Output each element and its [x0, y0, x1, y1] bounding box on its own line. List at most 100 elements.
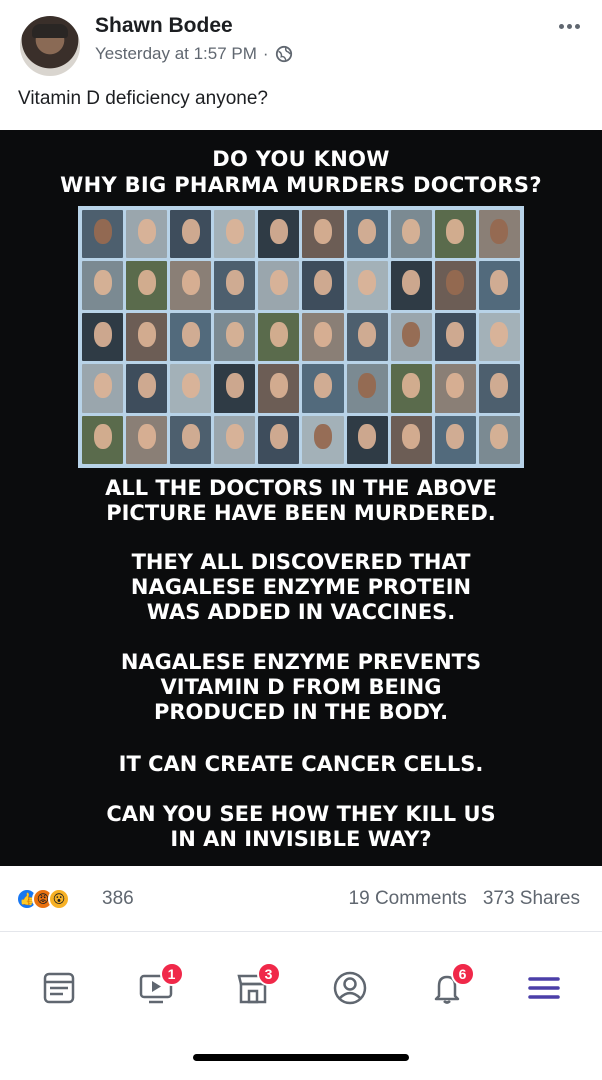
bottom-tab-bar: 1 3 6	[0, 948, 602, 1028]
profile-icon	[333, 971, 366, 1005]
newsfeed-icon	[43, 972, 74, 1004]
doctor-photo	[126, 210, 168, 259]
doctor-photo	[126, 415, 168, 464]
meme-text-block-3: NAGALESE ENZYME PREVENTS VITAMIN D FROM …	[0, 650, 602, 725]
doctor-photo	[170, 415, 212, 464]
meme-text-line: IT CAN CREATE CANCER CELLS.	[118, 752, 484, 776]
hamburger-menu-icon	[527, 977, 560, 999]
post-meta: Yesterday at 1:57 PM ·	[95, 44, 293, 64]
meme-text-line: PICTURE HAVE BEEN MURDERED.	[106, 501, 496, 525]
doctor-photo	[302, 312, 344, 362]
doctor-photo	[346, 364, 388, 413]
doctor-photo	[346, 210, 388, 259]
doctor-photo	[302, 364, 344, 413]
notifications-tab[interactable]: 6	[417, 958, 477, 1018]
doctor-photo-grid	[78, 206, 524, 468]
doctor-photo	[214, 210, 256, 259]
profile-tab[interactable]	[320, 958, 380, 1018]
doctor-photo	[126, 364, 168, 413]
doctor-photo	[82, 415, 124, 464]
meme-text-line: VITAMIN D FROM BEING	[160, 675, 442, 699]
doctor-photo	[214, 364, 256, 413]
meme-text-block-4: IT CAN CREATE CANCER CELLS.	[0, 752, 602, 777]
doctor-photo	[126, 261, 168, 310]
doctor-photo	[390, 415, 432, 464]
doctor-photo	[302, 415, 344, 464]
doctor-photo	[478, 364, 520, 413]
post-timestamp[interactable]: Yesterday at 1:57 PM	[95, 44, 257, 64]
meme-text-line: CAN YOU SEE HOW THEY KILL US	[106, 802, 496, 826]
doctor-photo	[82, 364, 124, 413]
doctor-photo	[126, 312, 168, 362]
doctor-photo	[170, 210, 212, 259]
meta-separator: ·	[262, 44, 269, 63]
doctor-photo	[434, 364, 476, 413]
author-name[interactable]: Shawn Bodee	[95, 14, 233, 38]
doctor-photo	[434, 210, 476, 259]
meme-headline: DO YOU KNOW WHY BIG PHARMA MURDERS DOCTO…	[0, 146, 602, 198]
doctor-photo	[390, 261, 432, 310]
wow-icon: 😮	[48, 888, 70, 910]
doctor-photo	[302, 210, 344, 259]
doctor-photo	[478, 261, 520, 310]
notifications-badge: 6	[450, 962, 475, 986]
doctor-photo	[478, 415, 520, 464]
doctor-photo	[170, 261, 212, 310]
doctor-photo	[346, 415, 388, 464]
doctor-photo	[258, 210, 300, 259]
news-feed-tab[interactable]	[29, 958, 89, 1018]
doctor-photo	[390, 312, 432, 362]
doctor-photo	[82, 312, 124, 362]
marketplace-tab[interactable]: 3	[223, 958, 283, 1018]
comments-count[interactable]: 19 Comments	[349, 888, 467, 910]
reaction-count[interactable]: 386	[102, 888, 134, 910]
doctor-photo	[214, 261, 256, 310]
shares-count[interactable]: 373 Shares	[483, 888, 580, 910]
doctor-photo	[302, 261, 344, 310]
post-caption: Vitamin D deficiency anyone?	[18, 88, 268, 109]
marketplace-badge: 3	[256, 962, 281, 986]
meme-text-line: THEY ALL DISCOVERED THAT	[131, 550, 471, 574]
watch-badge: 1	[159, 962, 184, 986]
meme-text-line: NAGALESE ENZYME PREVENTS	[120, 650, 482, 674]
doctor-photo	[214, 312, 256, 362]
author-avatar[interactable]	[20, 16, 80, 76]
engagement-bar: 👍 😡 😮 386 19 Comments 373 Shares	[0, 866, 602, 932]
meme-text-line: ALL THE DOCTORS IN THE ABOVE	[105, 476, 497, 500]
meme-headline-line-2: WHY BIG PHARMA MURDERS DOCTORS?	[60, 173, 542, 197]
doctor-photo	[434, 415, 476, 464]
doctor-photo	[170, 312, 212, 362]
post-image[interactable]: DO YOU KNOW WHY BIG PHARMA MURDERS DOCTO…	[0, 130, 602, 866]
meme-text-line: PRODUCED IN THE BODY.	[153, 700, 449, 724]
home-indicator[interactable]	[193, 1054, 409, 1061]
doctor-photo	[82, 210, 124, 259]
menu-tab[interactable]	[514, 958, 574, 1018]
doctor-photo	[390, 210, 432, 259]
meme-text-block-2: THEY ALL DISCOVERED THAT NAGALESE ENZYME…	[0, 550, 602, 625]
doctor-photo	[346, 261, 388, 310]
meme-headline-line-1: DO YOU KNOW	[212, 147, 390, 171]
meme-text-block-1: ALL THE DOCTORS IN THE ABOVE PICTURE HAV…	[0, 476, 602, 526]
engagement-counts: 19 Comments 373 Shares	[349, 888, 580, 910]
doctor-photo	[258, 364, 300, 413]
meme-text-line: NAGALESE ENZYME PROTEIN	[130, 575, 472, 599]
doctor-photo	[346, 312, 388, 362]
doctor-photo	[82, 261, 124, 310]
more-options-icon[interactable]	[559, 24, 580, 29]
doctor-photo	[214, 415, 256, 464]
doctor-photo	[434, 261, 476, 310]
doctor-photo	[258, 261, 300, 310]
doctor-photo	[478, 312, 520, 362]
meme-text-line: WAS ADDED IN VACCINES.	[146, 600, 456, 624]
meme-text-block-5: CAN YOU SEE HOW THEY KILL US IN AN INVIS…	[0, 802, 602, 852]
meme-text-line: IN AN INVISIBLE WAY?	[170, 827, 432, 851]
doctor-photo	[434, 312, 476, 362]
doctor-photo	[258, 415, 300, 464]
doctor-photo	[258, 312, 300, 362]
globe-icon[interactable]	[275, 45, 293, 63]
post-header: Shawn Bodee Yesterday at 1:57 PM · Vitam…	[0, 0, 602, 130]
reaction-icons[interactable]: 👍 😡 😮	[16, 888, 70, 910]
doctor-photo	[390, 364, 432, 413]
watch-tab[interactable]: 1	[126, 958, 186, 1018]
doctor-photo	[478, 210, 520, 259]
